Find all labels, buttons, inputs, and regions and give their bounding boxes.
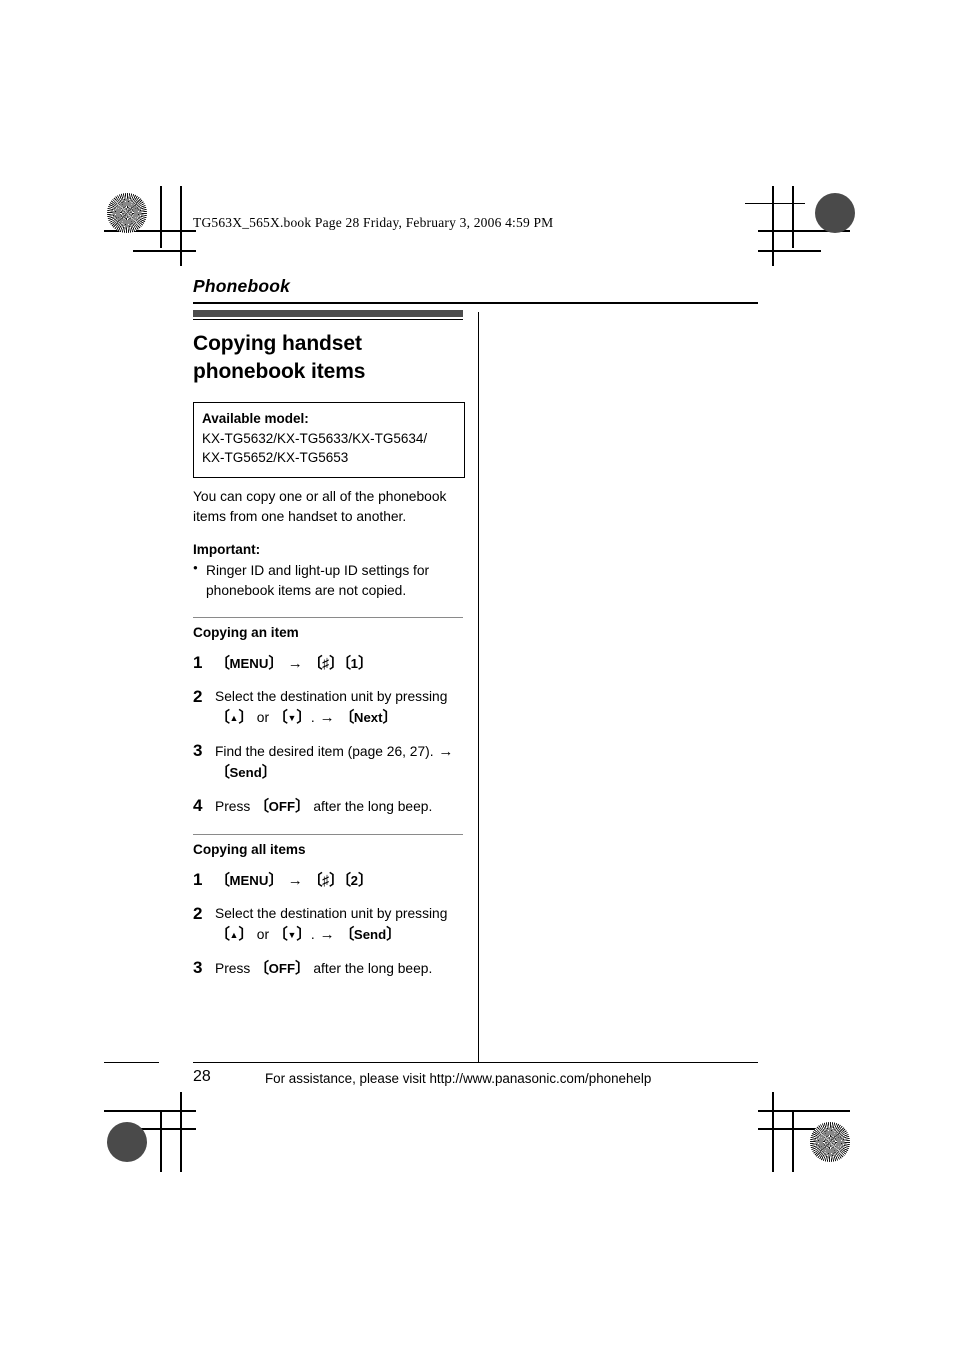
crop-mark-bottom-right-h2 bbox=[758, 1128, 821, 1130]
key-off: 〔OFF〕 bbox=[254, 959, 310, 977]
arrow-icon: → bbox=[287, 654, 303, 672]
key-down: 〔▼〕 bbox=[272, 925, 311, 943]
section-title-rule bbox=[193, 319, 463, 320]
key-sharp: 〔♯〕 bbox=[307, 654, 345, 672]
arrow-icon: → bbox=[319, 708, 335, 726]
step-number: 3 bbox=[193, 740, 203, 760]
registration-target-left-middle bbox=[111, 658, 145, 692]
head-tick-rule-left-bottom bbox=[104, 1062, 159, 1063]
arrow-icon: → bbox=[287, 871, 303, 889]
registration-halftone-circle-bottom-right bbox=[810, 1122, 850, 1162]
key-off: 〔OFF〕 bbox=[254, 798, 310, 816]
crop-mark-top-right-v2 bbox=[772, 186, 774, 266]
step-text: Find the desired item (page 26, 27). bbox=[215, 743, 434, 759]
step-number: 2 bbox=[193, 904, 203, 923]
crop-mark-top-right-v1 bbox=[792, 186, 794, 248]
chapter-rule bbox=[193, 302, 758, 304]
footer-assistance-text: For assistance, please visit http://www.… bbox=[265, 1071, 652, 1086]
steps-copying-all-items: 1 〔MENU〕 → 〔♯〕〔2〕 2 Select the destinati… bbox=[193, 870, 465, 979]
registration-target-bottom-left-inner bbox=[160, 1092, 194, 1126]
registration-target-left-lower bbox=[165, 1137, 199, 1171]
step-number: 1 bbox=[193, 652, 203, 672]
list-item: Ringer ID and light-up ID settings for p… bbox=[193, 560, 465, 601]
step-number: 4 bbox=[193, 796, 203, 816]
step-item: 3 Press 〔OFF〕 after the long beep. bbox=[193, 958, 465, 979]
available-model-line1: KX-TG5632/KX-TG5633/KX-TG5634/ bbox=[202, 431, 428, 447]
chapter-title: Phonebook bbox=[193, 276, 291, 296]
registration-solid-circle-top-right bbox=[815, 193, 855, 233]
page-title-line2: phonebook items bbox=[193, 359, 366, 383]
key-sharp: 〔♯〕 bbox=[307, 871, 345, 889]
subhead-rule-copying-an-item bbox=[193, 616, 463, 618]
page-title-line1: Copying handset bbox=[193, 332, 362, 355]
registration-target-bottom-right-inner bbox=[760, 1092, 794, 1126]
key-one: 〔1〕 bbox=[343, 654, 373, 672]
subhead-rule-copying-all-items bbox=[193, 833, 463, 835]
important-bullet-list: Ringer ID and light-up ID settings for p… bbox=[193, 560, 465, 601]
key-next: 〔Next〕 bbox=[339, 708, 398, 726]
step-item: 1 〔MENU〕 → 〔♯〕〔2〕 bbox=[193, 870, 465, 891]
step-text-or: or bbox=[256, 926, 270, 942]
step-text-tail: after the long beep. bbox=[313, 960, 433, 976]
step-text: Select the destination unit by pressing bbox=[215, 906, 448, 921]
step-item: 4 Press 〔OFF〕 after the long beep. bbox=[193, 796, 465, 817]
step-item: 3 Find the desired item (page 26, 27). →… bbox=[193, 741, 465, 784]
step-item: 1 〔MENU〕 → 〔♯〕〔1〕 bbox=[193, 653, 465, 674]
step-text: Press bbox=[215, 799, 251, 815]
registration-target-right-middle bbox=[805, 658, 839, 692]
left-column: Copying handset phonebook items Availabl… bbox=[193, 310, 465, 979]
step-number: 1 bbox=[193, 869, 203, 889]
registration-halftone-circle-top-left bbox=[107, 193, 147, 233]
step-number: 2 bbox=[193, 686, 203, 706]
step-text-tail: after the long beep. bbox=[313, 799, 433, 815]
book-filename-line: TG563X_565X.book Page 28 Friday, Februar… bbox=[193, 215, 554, 230]
key-menu: 〔MENU〕 bbox=[215, 654, 283, 672]
key-up: 〔▲〕 bbox=[215, 708, 253, 726]
step-text: Press bbox=[215, 960, 251, 976]
registration-target-right-upper bbox=[805, 249, 839, 283]
document-page: TG563X_565X.book Page 28 Friday, Februar… bbox=[0, 0, 954, 1351]
step-item: 2 Select the destination unit by pressin… bbox=[193, 687, 465, 728]
key-down: 〔▼〕 bbox=[272, 708, 311, 726]
section-title-bar bbox=[193, 310, 463, 317]
key-up: 〔▲〕 bbox=[215, 925, 253, 943]
registration-target-top-right-inner bbox=[693, 194, 727, 228]
key-send: 〔Send〕 bbox=[339, 925, 401, 943]
registration-solid-circle-bottom-left bbox=[107, 1122, 147, 1162]
column-divider bbox=[478, 312, 479, 1062]
registration-target-bottom-center bbox=[461, 1114, 495, 1148]
steps-copying-an-item: 1 〔MENU〕 → 〔♯〕〔1〕 2 Select the destinati… bbox=[193, 653, 465, 818]
available-model-label: Available model: bbox=[202, 411, 309, 427]
crop-mark-top-left-v2 bbox=[180, 186, 182, 266]
step-number: 3 bbox=[193, 957, 203, 977]
step-text-period: . bbox=[310, 926, 315, 942]
subheading-copying-an-item: Copying an item bbox=[193, 624, 299, 640]
key-menu: 〔MENU〕 bbox=[215, 871, 283, 889]
page-title: Copying handset phonebook items bbox=[193, 330, 465, 385]
arrow-icon: → bbox=[319, 925, 335, 943]
footer-rule bbox=[193, 1062, 758, 1063]
available-model-line2: KX-TG5652/KX-TG5653 bbox=[202, 450, 349, 466]
step-item: 2 Select the destination unit by pressin… bbox=[193, 904, 465, 945]
subheading-copying-all-items: Copying all items bbox=[193, 841, 306, 857]
registration-target-left-upper bbox=[111, 249, 145, 283]
key-two: 〔2〕 bbox=[343, 871, 373, 889]
crop-mark-top-left-v1 bbox=[160, 186, 162, 248]
step-text-or: or bbox=[256, 709, 270, 725]
step-text-period: . bbox=[310, 709, 315, 725]
registration-target-right-lower bbox=[755, 1137, 789, 1171]
intro-paragraph: You can copy one or all of the phonebook… bbox=[193, 488, 447, 524]
arrow-icon: → bbox=[438, 742, 454, 760]
important-label: Important: bbox=[193, 541, 261, 557]
head-tick-rule-right bbox=[745, 203, 805, 204]
page-number: 28 bbox=[193, 1068, 211, 1085]
available-model-box: Available model: KX-TG5632/KX-TG5633/KX-… bbox=[193, 402, 465, 478]
step-text: Select the destination unit by pressing bbox=[215, 688, 448, 704]
key-send: 〔Send〕 bbox=[215, 764, 277, 782]
